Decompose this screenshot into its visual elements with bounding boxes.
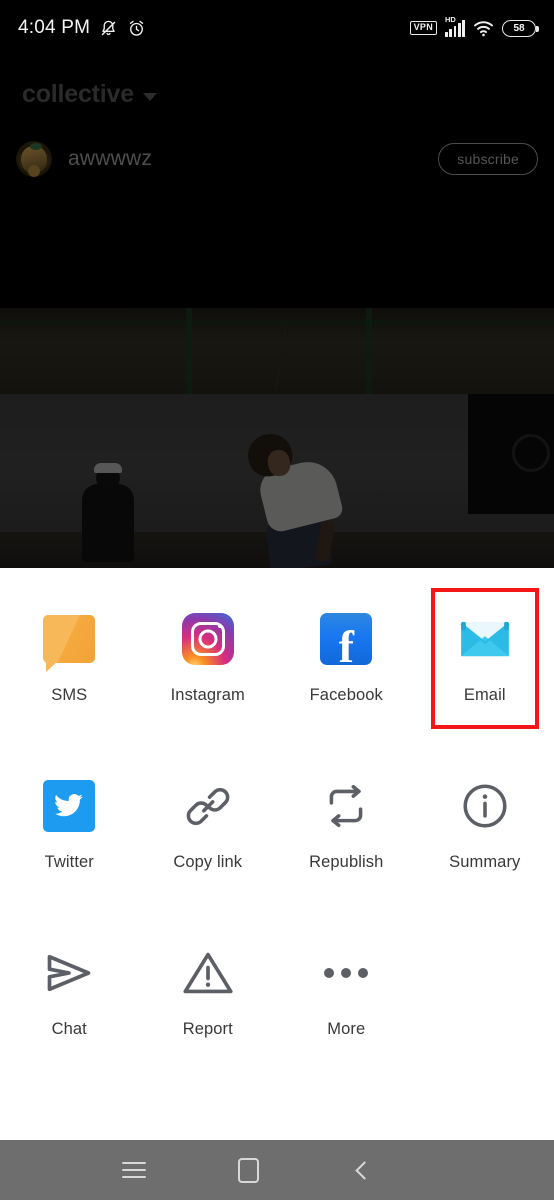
repeat-arrows-icon — [317, 777, 375, 835]
share-option-label: SMS — [51, 686, 88, 704]
share-option-label: Email — [463, 686, 506, 704]
android-nav-bar — [0, 1140, 554, 1200]
share-option-facebook[interactable]: f Facebook — [277, 598, 416, 705]
email-envelope-icon — [456, 610, 514, 668]
send-plane-icon — [40, 944, 98, 1002]
share-option-label: Republish — [309, 853, 384, 871]
share-option-report[interactable]: Report — [139, 932, 278, 1039]
share-option-label: More — [327, 1020, 366, 1038]
sms-message-icon — [40, 610, 98, 672]
share-option-label: Report — [182, 1020, 233, 1038]
share-option-label: Facebook — [309, 686, 383, 704]
share-option-chat[interactable]: Chat — [0, 932, 139, 1039]
status-bar-right: VPN HD 58 — [409, 15, 539, 37]
status-bar-clock: 4:04 PM — [18, 17, 91, 38]
share-option-sms[interactable]: SMS — [0, 598, 139, 705]
share-option-label: Summary — [449, 853, 521, 871]
channel-name[interactable]: awwwwz — [68, 147, 152, 171]
mute-bell-icon — [101, 20, 116, 35]
share-option-empty — [416, 932, 554, 1039]
avatar-snout — [28, 164, 40, 177]
warning-triangle-icon — [179, 944, 237, 1002]
share-row-1: SMS Instagram f Facebook Email — [0, 598, 554, 705]
share-option-summary[interactable]: Summary — [416, 765, 554, 872]
menu-recents-icon — [122, 1162, 146, 1178]
share-option-label: Chat — [51, 1020, 87, 1038]
subscribe-button[interactable]: subscribe — [438, 143, 538, 175]
facebook-icon: f — [317, 610, 375, 668]
share-option-twitter[interactable]: Twitter — [0, 765, 139, 872]
wifi-icon — [474, 20, 493, 36]
share-option-republish[interactable]: Republish — [277, 765, 416, 872]
twitter-bird-icon — [40, 777, 98, 835]
video-dim-overlay — [0, 308, 554, 568]
chevron-down-icon[interactable] — [142, 92, 157, 101]
instagram-icon — [179, 610, 237, 668]
home-button[interactable] — [191, 1140, 305, 1200]
hd-network-label: HD — [445, 14, 456, 24]
page-title: collective — [22, 79, 134, 108]
link-chain-icon — [179, 777, 237, 835]
share-row-2: Twitter Copy link Republish Summary — [0, 765, 554, 872]
back-chevron-icon — [355, 1160, 374, 1180]
recents-button[interactable] — [77, 1140, 191, 1200]
share-option-instagram[interactable]: Instagram — [139, 598, 278, 705]
info-circle-icon — [456, 777, 514, 835]
alarm-clock-icon — [129, 20, 144, 36]
dog-avatar[interactable] — [16, 141, 52, 177]
more-dots-icon — [317, 944, 375, 1002]
share-sheet: SMS Instagram f Facebook Email Twitter C… — [0, 568, 554, 1140]
home-square-icon — [237, 1157, 259, 1183]
status-bar: 4:04 PM VPN HD 58 — [0, 0, 554, 56]
status-bar-left: 4:04 PM — [18, 17, 146, 39]
back-button[interactable] — [305, 1140, 419, 1200]
avatar-crown — [29, 143, 42, 151]
vpn-badge: VPN — [409, 21, 438, 35]
share-option-copy-link[interactable]: Copy link — [139, 765, 278, 872]
share-option-more[interactable]: More — [277, 932, 416, 1039]
video-frame[interactable] — [0, 308, 554, 568]
share-option-label: Copy link — [173, 853, 243, 871]
battery-percent: 58 — [513, 22, 525, 34]
cellular-signal-icon: HD — [445, 15, 465, 37]
app-header[interactable]: collective — [0, 72, 554, 116]
share-option-label: Instagram — [170, 686, 245, 704]
phone-screen: 4:04 PM VPN HD 58 collective awwwwz subs… — [0, 0, 554, 1200]
share-row-3: Chat Report More — [0, 932, 554, 1039]
channel-bar: awwwwz subscribe — [0, 130, 554, 188]
battery-indicator: 58 — [502, 19, 539, 37]
share-option-email[interactable]: Email — [416, 598, 554, 705]
share-option-label: Twitter — [44, 853, 94, 871]
